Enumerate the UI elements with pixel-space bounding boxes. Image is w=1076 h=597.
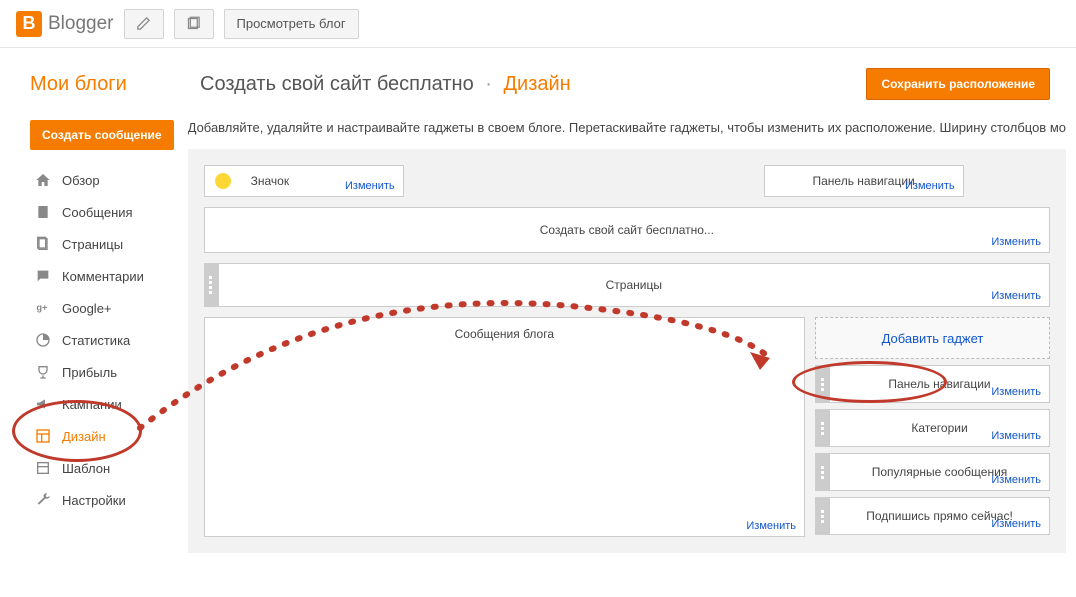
posts-list-button[interactable] [174, 9, 214, 39]
edit-link[interactable]: Изменить [746, 520, 796, 532]
document-icon [34, 203, 52, 221]
template-icon [34, 459, 52, 477]
my-blogs-link[interactable]: Мои блоги [30, 73, 200, 96]
drag-handle[interactable] [815, 453, 829, 491]
sidebar-item-posts[interactable]: Сообщения [30, 196, 178, 228]
logo[interactable]: B Blogger [16, 11, 114, 37]
sidebar-item-template[interactable]: Шаблон [30, 452, 178, 484]
side-gadget-categories[interactable]: КатегорииИзменить [829, 409, 1050, 447]
smiley-icon [215, 173, 231, 189]
side-gadget-row: Панель навигацииИзменить [815, 365, 1050, 403]
add-gadget-link[interactable]: Добавить гаджет [882, 331, 984, 346]
sidebar-item-settings[interactable]: Настройки [30, 484, 178, 516]
svg-text:g+: g+ [36, 303, 48, 313]
edit-link[interactable]: Изменить [991, 474, 1041, 486]
add-gadget-slot[interactable]: Добавить гаджет [815, 317, 1050, 359]
content-panel: Добавляйте, удаляйте и настраивайте гадж… [188, 120, 1066, 553]
list-icon [186, 16, 201, 31]
drag-handle[interactable] [815, 365, 829, 403]
layout-icon [34, 427, 52, 445]
sidebar-item-layout[interactable]: Дизайн [30, 420, 178, 452]
layout-stage: Значок Изменить Панель навигации Изменит… [188, 149, 1066, 553]
edit-link[interactable]: Изменить [991, 290, 1041, 302]
megaphone-icon [34, 395, 52, 413]
sidebar-item-campaigns[interactable]: Кампании [30, 388, 178, 420]
sidebar: Создать сообщение Обзор Сообщения Страни… [30, 120, 178, 553]
edit-link[interactable]: Изменить [905, 180, 955, 192]
pencil-icon [136, 16, 151, 31]
save-layout-button[interactable]: Сохранить расположение [866, 68, 1050, 100]
side-gadget-row: КатегорииИзменить [815, 409, 1050, 447]
pages-gadget[interactable]: Страницы Изменить [218, 263, 1050, 307]
drag-handle[interactable] [204, 263, 218, 307]
main-layout: Создать сообщение Обзор Сообщения Страни… [0, 120, 1076, 553]
side-gadget-popular[interactable]: Популярные сообщенияИзменить [829, 453, 1050, 491]
side-gadget-row: Популярные сообщенияИзменить [815, 453, 1050, 491]
drag-handle[interactable] [815, 497, 829, 535]
comment-icon [34, 267, 52, 285]
blog-title[interactable]: Создать свой сайт бесплатно [200, 73, 474, 95]
edit-link[interactable]: Изменить [991, 430, 1041, 442]
blogger-logo-icon: B [16, 11, 42, 37]
blog-posts-gadget[interactable]: Сообщения блога Изменить [204, 317, 805, 537]
pages-gadget-row: Страницы Изменить [204, 263, 1050, 307]
page-header-row: Мои блоги Создать свой сайт бесплатно · … [0, 48, 1076, 120]
sidebar-item-googleplus[interactable]: g+Google+ [30, 292, 178, 324]
sidebar-item-overview[interactable]: Обзор [30, 164, 178, 196]
edit-link[interactable]: Изменить [345, 180, 395, 192]
chart-icon [34, 331, 52, 349]
edit-link[interactable]: Изменить [991, 236, 1041, 248]
side-gadget-navbar[interactable]: Панель навигацииИзменить [829, 365, 1050, 403]
create-post-button[interactable]: Создать сообщение [30, 120, 174, 150]
preview-blog-button[interactable]: Просмотреть блог [224, 9, 359, 39]
header-bar: B Blogger Просмотреть блог [0, 0, 1076, 48]
header-gadget[interactable]: Создать свой сайт бесплатно... Изменить [204, 207, 1050, 253]
pages-icon [34, 235, 52, 253]
section-name: Дизайн [504, 73, 571, 95]
breadcrumb: Создать свой сайт бесплатно · Дизайн [200, 73, 571, 96]
navbar-gadget[interactable]: Панель навигации Изменить [764, 165, 964, 197]
side-gadget-subscribe[interactable]: Подпишись прямо сейчас!Изменить [829, 497, 1050, 535]
sidebar-item-stats[interactable]: Статистика [30, 324, 178, 356]
brand-text: Blogger [48, 13, 114, 35]
edit-link[interactable]: Изменить [991, 386, 1041, 398]
side-gadget-row: Подпишись прямо сейчас!Изменить [815, 497, 1050, 535]
sidebar-item-comments[interactable]: Комментарии [30, 260, 178, 292]
favicon-gadget[interactable]: Значок Изменить [204, 165, 404, 197]
trophy-icon [34, 363, 52, 381]
drag-handle[interactable] [815, 409, 829, 447]
sidebar-item-pages[interactable]: Страницы [30, 228, 178, 260]
gplus-icon: g+ [34, 299, 52, 317]
wrench-icon [34, 491, 52, 509]
home-icon [34, 171, 52, 189]
edit-link[interactable]: Изменить [991, 518, 1041, 530]
compose-button[interactable] [124, 9, 164, 39]
intro-text: Добавляйте, удаляйте и настраивайте гадж… [188, 120, 1066, 135]
sidebar-item-earnings[interactable]: Прибыль [30, 356, 178, 388]
